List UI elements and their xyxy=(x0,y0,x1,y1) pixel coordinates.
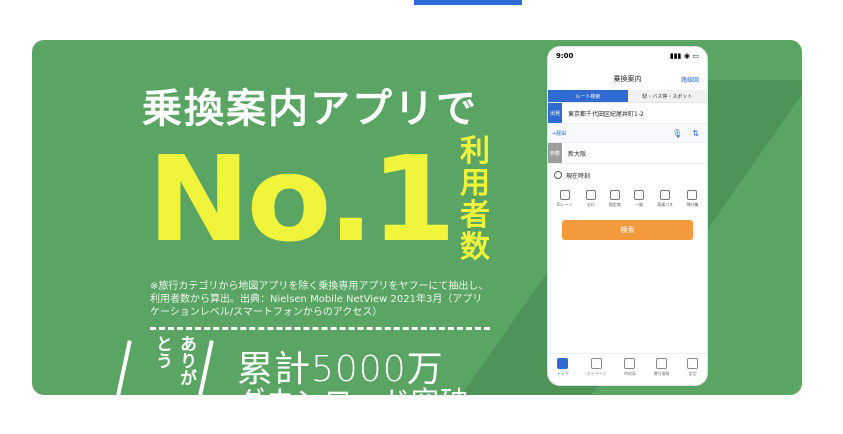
bottom-nav-label: 運行情報 xyxy=(653,371,670,376)
bottom-nav-service[interactable]: 運行情報 xyxy=(654,358,670,377)
bottom-nav-mypage[interactable]: マイページ xyxy=(586,358,606,377)
tab-indicator xyxy=(414,0,522,5)
time-selector[interactable]: 現在時刻 xyxy=(548,164,707,186)
mode-label: 高速バス xyxy=(657,202,674,207)
status-time: 9:00 xyxy=(556,52,574,60)
swap-icon[interactable]: ⇅ xyxy=(692,129,699,138)
transport-modes: ICレート ゼロ 指定席 一般 高速バス 飛行機 xyxy=(548,186,707,212)
banner-headline: 乗換案内アプリで xyxy=(142,86,478,132)
mode-option[interactable]: 高速バス xyxy=(657,190,673,208)
clock-icon xyxy=(554,171,562,179)
train-icon xyxy=(557,358,569,369)
bottom-nav-timetable[interactable]: 時刻表 xyxy=(624,358,636,377)
slash-left xyxy=(116,340,132,395)
microphone-icon[interactable]: 🎙 xyxy=(672,129,682,138)
app-nav-bar: 乗換案内 路線図 xyxy=(548,68,707,90)
mode-icon xyxy=(609,190,620,200)
person-icon xyxy=(590,358,602,369)
status-icons: ▮▮▮ ◉ ▭ xyxy=(669,52,699,60)
tab-route-search[interactable]: ルート検索 xyxy=(548,90,628,102)
via-row: +経由 🎙 ⇅ xyxy=(548,124,707,143)
no1-badge: No.1 xyxy=(147,130,457,268)
route-map-link[interactable]: 路線図 xyxy=(681,75,699,84)
mode-option[interactable]: 一般 xyxy=(634,190,645,208)
from-field[interactable]: 出発 東京都千代田区紀尾井町1-2 xyxy=(548,103,707,124)
bottom-nav-settings[interactable]: 設定 xyxy=(687,358,699,377)
bottom-nav-label: 設定 xyxy=(688,371,697,376)
users-char: 利 xyxy=(460,134,490,169)
search-tabs: ルート検索 駅・バス停・スポット xyxy=(548,90,707,103)
mode-option[interactable]: 指定席 xyxy=(609,190,621,208)
mode-label: 指定席 xyxy=(608,202,621,207)
thanks-text: ありがとう xyxy=(152,335,196,386)
mode-label: ICレート xyxy=(556,202,573,207)
info-icon xyxy=(656,358,668,369)
users-char: 者 xyxy=(460,198,490,233)
mode-icon xyxy=(585,190,596,200)
mode-option[interactable]: ゼロ xyxy=(585,190,596,208)
mode-icon xyxy=(660,190,671,200)
mode-option[interactable]: ICレート xyxy=(557,190,573,208)
bottom-nav-label: マイページ xyxy=(586,371,607,376)
to-value: 新大阪 xyxy=(568,150,587,158)
mode-option[interactable]: 飛行機 xyxy=(686,190,698,208)
time-label: 現在時刻 xyxy=(566,172,591,180)
footnote: ※旅行カテゴリから地図アプリを除く乗換専用アプリをヤフーにて抽出し、利用者数から… xyxy=(150,281,489,318)
users-char: 数 xyxy=(460,230,490,265)
phone-mockup: 9:00 ▮▮▮ ◉ ▭ 乗換案内 路線図 ルート検索 駅・バス停・スポット 出… xyxy=(548,47,707,385)
download-milestone: ダウンロード突破 xyxy=(237,380,469,395)
mode-icon xyxy=(559,190,570,200)
mode-icon xyxy=(687,190,698,200)
app-title: 乗換案内 xyxy=(613,75,642,83)
to-field[interactable]: 到着 新大阪 xyxy=(548,143,707,164)
tab-station-spot[interactable]: 駅・バス停・スポット xyxy=(627,90,707,102)
bottom-nav: トップ マイページ 時刻表 運行情報 設定 xyxy=(548,353,707,377)
users-char: 用 xyxy=(460,166,490,201)
mode-label: 一般 xyxy=(635,202,644,207)
add-via-link[interactable]: +経由 xyxy=(552,130,566,137)
gear-icon xyxy=(687,358,699,369)
to-label: 到着 xyxy=(548,143,562,163)
dashed-divider xyxy=(150,327,490,335)
from-label: 出発 xyxy=(548,103,562,123)
timetable-icon xyxy=(624,358,636,369)
status-bar: 9:00 ▮▮▮ ◉ ▭ xyxy=(548,47,707,68)
mode-label: 飛行機 xyxy=(686,202,699,207)
bottom-nav-top[interactable]: トップ xyxy=(557,358,569,377)
bottom-nav-label: 時刻表 xyxy=(623,371,636,376)
bottom-nav-label: トップ xyxy=(556,371,569,376)
promo-banner[interactable]: 乗換案内アプリで No.1 利 用 者 数 ※旅行カテゴリから地図アプリを除く乗… xyxy=(32,40,802,395)
from-value: 東京都千代田区紀尾井町1-2 xyxy=(568,110,644,118)
mode-label: ゼロ xyxy=(586,202,595,207)
search-button[interactable]: 検索 xyxy=(562,220,693,240)
mode-icon xyxy=(634,190,645,200)
users-count-label: 利 用 者 数 xyxy=(455,136,495,264)
slash-right xyxy=(198,340,214,395)
